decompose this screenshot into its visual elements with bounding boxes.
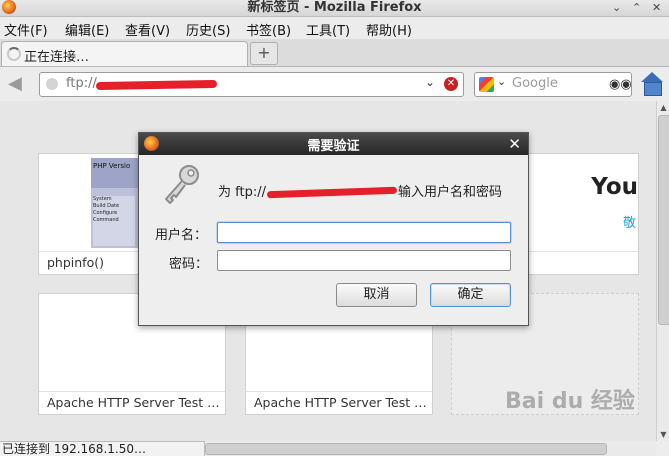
- cancel-button[interactable]: 取消: [336, 283, 417, 307]
- dialog-titlebar: 需要验证 ✕: [139, 133, 528, 155]
- google-engine-icon[interactable]: [479, 77, 494, 92]
- message-prefix: 为 ftp://: [218, 185, 266, 200]
- search-engine-dropdown-icon[interactable]: ⌄: [497, 75, 506, 88]
- scroll-down-icon[interactable]: ▼: [657, 428, 669, 441]
- horizontal-scrollbar[interactable]: [205, 441, 656, 456]
- host-redaction-mark: [266, 186, 398, 199]
- ok-button[interactable]: 确定: [430, 283, 511, 307]
- auth-dialog: 需要验证 ✕ 为 ftp:// 输入用户名和密码 用户名： 密码： 取消 确定: [138, 132, 529, 326]
- status-bar: 已连接到 192.168.1.50…: [0, 441, 205, 456]
- dialog-title: 需要验证: [307, 139, 360, 154]
- menu-history[interactable]: 历史(S): [186, 20, 230, 39]
- menu-file[interactable]: 文件(F): [4, 20, 48, 39]
- dialog-message: 为 ftp:// 输入用户名和密码: [218, 181, 502, 200]
- url-prefix: ftp://: [66, 76, 97, 91]
- search-binoculars-icon[interactable]: ◉◉: [609, 77, 632, 92]
- menu-edit[interactable]: 编辑(E): [65, 20, 109, 39]
- dialog-close-icon[interactable]: ✕: [508, 135, 521, 153]
- stop-icon[interactable]: ✕: [444, 77, 458, 91]
- scroll-thumb[interactable]: [658, 115, 669, 325]
- tile-caption: Apache HTTP Server Test …: [39, 391, 225, 414]
- minimize-icon[interactable]: ⌄: [612, 1, 621, 15]
- vertical-scrollbar[interactable]: ▲ ▼: [656, 101, 669, 441]
- menubar: 文件(F) 编辑(E) 查看(V) 历史(S) 书签(B) 工具(T) 帮助(H…: [0, 17, 669, 39]
- tile-you-subtext: 敬: [622, 216, 636, 231]
- tab-connecting[interactable]: 正在连接…: [1, 41, 248, 66]
- baidu-jingyan-watermark: Bai du 经验: [505, 389, 635, 414]
- tile-you-text: You: [591, 174, 638, 200]
- menu-tools[interactable]: 工具(T): [306, 20, 350, 39]
- site-identity-icon[interactable]: [46, 78, 58, 90]
- url-dropdown-icon[interactable]: ⌄: [425, 75, 435, 89]
- back-arrow-icon[interactable]: ◀: [8, 74, 30, 94]
- key-icon: [165, 165, 199, 204]
- url-bar[interactable]: ftp:// ⌄ ✕: [39, 72, 464, 97]
- password-label: 密码：: [169, 257, 209, 272]
- menu-bookmarks[interactable]: 书签(B): [246, 20, 291, 39]
- password-field[interactable]: [217, 250, 511, 271]
- username-label: 用户名：: [155, 228, 208, 243]
- url-redaction-mark: [95, 79, 218, 91]
- tile-caption: Apache HTTP Server Test …: [246, 391, 432, 414]
- username-field[interactable]: [217, 222, 511, 243]
- search-placeholder: Google: [512, 76, 558, 91]
- loading-spinner-icon: [7, 47, 21, 61]
- thumb-rows: System Build Date Configure Command: [93, 196, 135, 246]
- menu-help[interactable]: 帮助(H): [366, 20, 412, 39]
- tab-label: 正在连接…: [24, 50, 90, 65]
- new-tab-button[interactable]: +: [250, 42, 278, 65]
- maximize-icon[interactable]: ⌃: [632, 1, 641, 15]
- window-close-icon[interactable]: ✕: [652, 1, 661, 15]
- window-title: 新标签页 - Mozilla Firefox: [247, 0, 422, 15]
- home-icon[interactable]: [640, 72, 664, 96]
- menu-view[interactable]: 查看(V): [125, 20, 170, 39]
- hscroll-thumb[interactable]: [205, 443, 607, 455]
- scroll-up-icon[interactable]: ▲: [657, 101, 669, 114]
- message-suffix: 输入用户名和密码: [397, 185, 502, 200]
- search-bar[interactable]: ⌄ Google ◉◉: [474, 72, 632, 97]
- window-titlebar: 新标签页 - Mozilla Firefox ⌄ ⌃ ✕: [0, 0, 669, 17]
